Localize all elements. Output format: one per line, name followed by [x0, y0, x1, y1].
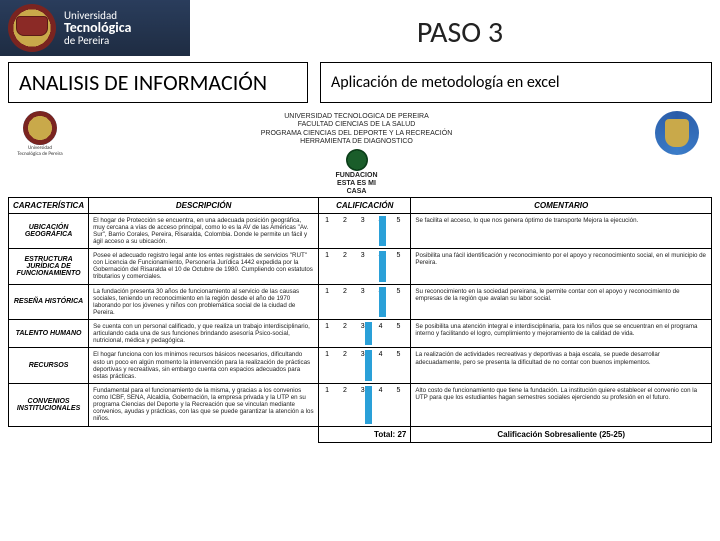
rating-highlight — [379, 216, 386, 247]
rating-scale: 1 2 3 4 5 — [325, 252, 406, 259]
diagnostic-table: CARACTERÍSTICA DESCRIPCIÓN CALIFICACIÓN … — [8, 197, 712, 443]
row-characteristic: UBICACIÓN GEOGRÁFICA — [9, 213, 89, 249]
row-characteristic: RECURSOS — [9, 348, 89, 384]
row-rating: 1 2 3 4 5 — [319, 249, 411, 285]
doc-header: Universidad Tecnológica de Pereira UNIVE… — [8, 111, 712, 195]
row-characteristic: ESTRUCTURA JURÍDICA DE FUNCIONAMIENTO — [9, 249, 89, 285]
row-characteristic: CONVENIOS INSTITUCIONALES — [9, 383, 89, 426]
doc-title-l4: HERRAMIENTA DE DIAGNOSTICO — [64, 138, 649, 146]
total-row: Total: 27 Calificación Sobresaliente (25… — [9, 426, 712, 442]
university-crest-icon — [8, 4, 56, 52]
col-descripcion: DESCRIPCIÓN — [89, 197, 319, 213]
step-title: PASO 3 — [417, 14, 503, 51]
crest-caption: Universidad Tecnológica de Pereira — [16, 145, 64, 157]
rating-highlight — [365, 350, 372, 381]
row-characteristic: TALENTO HUMANO — [9, 320, 89, 348]
row-characteristic: RESEÑA HISTÓRICA — [9, 284, 89, 320]
row-comment: Se posibilita una atención integral e in… — [411, 320, 712, 348]
rating-scale: 1 2 3 4 5 — [325, 217, 406, 224]
university-line3: de Pereira — [64, 35, 131, 46]
globe-icon — [346, 149, 368, 171]
doc-title-l1: UNIVERSIDAD TECNOLOGICA DE PEREIRA — [64, 113, 649, 121]
rating-highlight — [379, 287, 386, 318]
foundation-l3: CASA — [332, 188, 382, 195]
header-bar: Universidad Tecnológica de Pereira PASO … — [0, 0, 720, 56]
table-row: RESEÑA HISTÓRICALa fundación presenta 30… — [9, 284, 712, 320]
col-comentario: COMENTARIO — [411, 197, 712, 213]
row-description: El hogar funciona con los mínimos recurs… — [89, 348, 319, 384]
table-header-row: CARACTERÍSTICA DESCRIPCIÓN CALIFICACIÓN … — [9, 197, 712, 213]
doc-title-block: UNIVERSIDAD TECNOLOGICA DE PEREIRA FACUL… — [64, 111, 649, 195]
table-row: RECURSOSEl hogar funciona con los mínimo… — [9, 348, 712, 384]
foundation-l2: ESTA ES MI — [332, 180, 382, 187]
row-comment: Posibilita una fácil identificación y re… — [411, 249, 712, 285]
row-rating: 1 2 3 4 5 — [319, 348, 411, 384]
rating-highlight — [365, 322, 372, 345]
university-name: Universidad Tecnológica de Pereira — [64, 10, 131, 46]
rating-box: Calificación Sobresaliente (25-25) — [411, 426, 712, 442]
foundation-l1: FUNDACION — [332, 172, 382, 179]
row-rating: 1 2 3 4 5 — [319, 284, 411, 320]
program-badge-icon — [649, 111, 704, 161]
rating-scale: 1 2 3 4 5 — [325, 288, 406, 295]
row-description: Posee el adecuado registro legal ante lo… — [89, 249, 319, 285]
doc-title-l2: FACULTAD CIENCIAS DE LA SALUD — [64, 121, 649, 129]
rating-highlight — [379, 251, 386, 282]
row-rating: 1 2 3 4 5 — [319, 383, 411, 426]
row-description: Fundamental para el funcionamiento de la… — [89, 383, 319, 426]
row-comment: La realización de actividades recreativa… — [411, 348, 712, 384]
university-line2: Tecnológica — [64, 21, 131, 35]
step-title-area: PASO 3 — [200, 4, 720, 60]
row-description: El hogar de Protección se encuentra, en … — [89, 213, 319, 249]
subheader: ANALISIS DE INFORMACIÓN Aplicación de me… — [0, 56, 720, 107]
col-calificacion: CALIFICACIÓN — [319, 197, 411, 213]
doc-title-l3: PROGRAMA CIENCIAS DEL DEPORTE Y LA RECRE… — [64, 130, 649, 138]
row-comment: Se facilita el acceso, lo que nos genera… — [411, 213, 712, 249]
table-row: UBICACIÓN GEOGRÁFICAEl hogar de Protecci… — [9, 213, 712, 249]
col-caracteristica: CARACTERÍSTICA — [9, 197, 89, 213]
row-rating: 1 2 3 4 5 — [319, 320, 411, 348]
foundation-logo: FUNDACION ESTA ES MI CASA — [332, 149, 382, 195]
doc-crest-icon: Universidad Tecnológica de Pereira — [16, 111, 64, 157]
row-rating: 1 2 3 4 5 — [319, 213, 411, 249]
row-comment: Alto costo de funcionamiento que tiene l… — [411, 383, 712, 426]
table-row: TALENTO HUMANOSe cuenta con un personal … — [9, 320, 712, 348]
row-description: Se cuenta con un personal calificado, y … — [89, 320, 319, 348]
document-preview: Universidad Tecnológica de Pereira UNIVE… — [8, 111, 712, 541]
row-comment: Su reconocimiento en la sociedad pereira… — [411, 284, 712, 320]
subtitle-right-box: Aplicación de metodología en excel — [320, 62, 712, 103]
row-description: La fundación presenta 30 años de funcion… — [89, 284, 319, 320]
total-label: Total: — [374, 430, 395, 439]
total-value: 27 — [397, 430, 406, 439]
table-row: ESTRUCTURA JURÍDICA DE FUNCIONAMIENTOPos… — [9, 249, 712, 285]
rating-highlight — [365, 386, 372, 424]
table-row: CONVENIOS INSTITUCIONALESFundamental par… — [9, 383, 712, 426]
subtitle-left-box: ANALISIS DE INFORMACIÓN — [8, 62, 308, 103]
